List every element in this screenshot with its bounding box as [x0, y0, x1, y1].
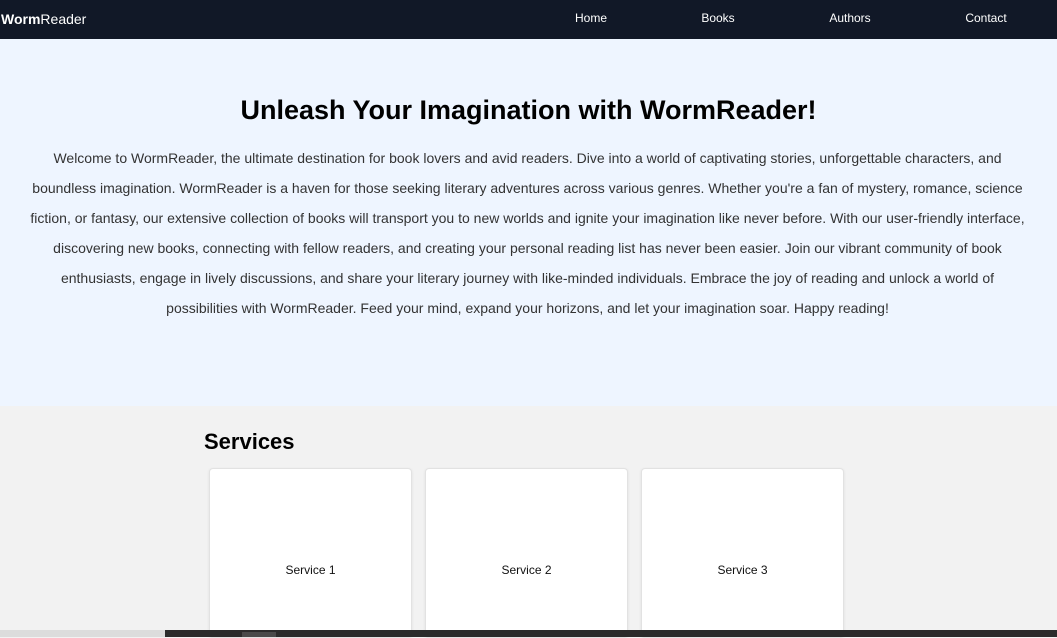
nav-link-home[interactable]: Home: [575, 11, 607, 25]
service-card-1[interactable]: Service 1: [209, 468, 412, 638]
hero-section: Unleash Your Imagination with WormReader…: [0, 39, 1057, 406]
brand-logo[interactable]: WormReader: [1, 11, 86, 27]
service-card-label: Service 2: [501, 563, 552, 577]
service-card-2[interactable]: Service 2: [425, 468, 628, 638]
top-navbar: WormReader Home Books Authors Contact: [0, 0, 1057, 39]
service-card-label: Service 3: [717, 563, 768, 577]
services-section: Services Service 1 Service 2 Service 3: [0, 406, 1057, 638]
taskbar-strip: [0, 630, 1057, 637]
nav-link-contact[interactable]: Contact: [965, 11, 1006, 25]
service-card-label: Service 1: [285, 563, 336, 577]
service-card-3[interactable]: Service 3: [641, 468, 844, 638]
hero-title: Unleash Your Imagination with WormReader…: [240, 95, 817, 125]
services-title: Services: [204, 429, 295, 454]
brand-regular-text: Reader: [40, 11, 87, 27]
hero-description: Welcome to WormReader, the ultimate dest…: [30, 150, 1025, 316]
nav-link-authors[interactable]: Authors: [829, 11, 870, 25]
brand-bold-text: Worm: [1, 11, 41, 27]
nav-link-books[interactable]: Books: [701, 11, 734, 25]
taskbar-segment: [0, 630, 165, 637]
taskbar-segment: [242, 632, 276, 637]
